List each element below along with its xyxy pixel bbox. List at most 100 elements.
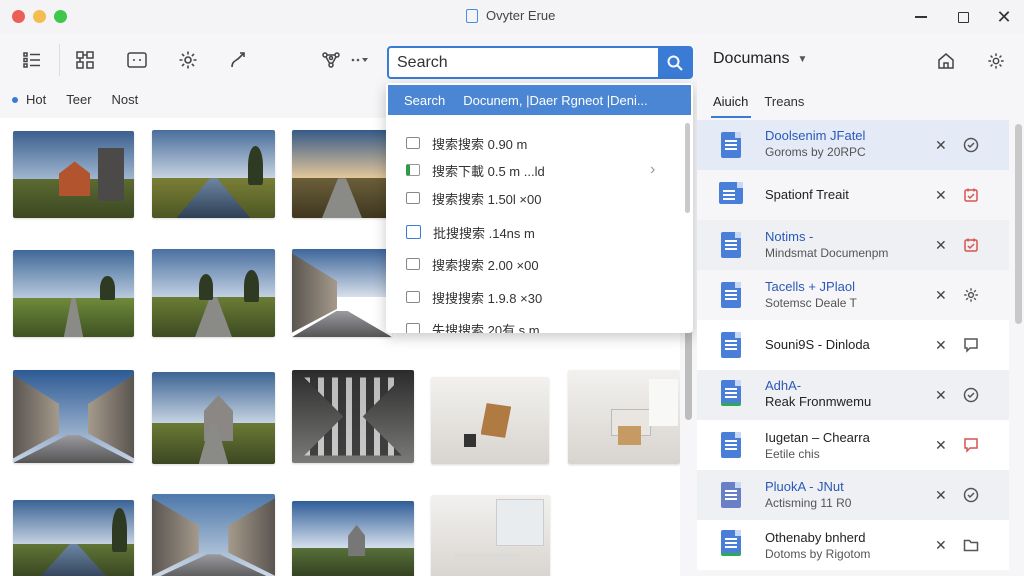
document-text: Spationf Treait — [765, 187, 849, 203]
remove-icon[interactable]: ✕ — [935, 187, 947, 204]
document-row[interactable]: Notims - Mindsmat Documenpm ✕ — [697, 220, 1009, 270]
document-text: Iugetan – Chearra Eetile chis — [765, 430, 870, 462]
panel-title: Documans — [713, 50, 790, 67]
document-text: PluokA - JNut Actisming 11 R0 — [765, 479, 851, 511]
network-button[interactable] — [319, 48, 343, 72]
toolbar-divider — [59, 44, 60, 76]
dropdown-scrollbar[interactable] — [685, 123, 690, 213]
search-button[interactable] — [658, 48, 691, 77]
remove-icon[interactable]: ✕ — [935, 137, 947, 154]
document-row[interactable]: Othenaby bnherd Dotoms by Rigotom ✕ — [697, 520, 1009, 570]
remove-icon[interactable]: ✕ — [935, 437, 947, 454]
panel-settings-button[interactable] — [985, 50, 1007, 72]
remove-icon[interactable]: ✕ — [935, 287, 947, 304]
grid-select-button[interactable] — [73, 48, 97, 72]
search-box — [387, 46, 693, 79]
image-thumbnail[interactable] — [13, 500, 134, 576]
image-thumbnail[interactable] — [13, 250, 134, 337]
image-thumbnail[interactable] — [568, 370, 680, 464]
filter-hot[interactable]: Hot — [26, 92, 46, 107]
panel-title-dropdown[interactable]: Documans ▼ — [713, 50, 807, 68]
suggestion-item[interactable]: 失搜搜索 20有 s m — [406, 318, 540, 333]
document-name: Souni9S - Dinloda — [765, 337, 870, 352]
suggestion-item[interactable]: 搜索搜索 1.50l ×00 — [406, 187, 541, 209]
document-row[interactable]: Spationf Treait ✕ — [697, 170, 1009, 220]
more-dropdown-button[interactable] — [350, 48, 370, 72]
zoom-window-button[interactable] — [54, 10, 67, 23]
image-thumbnail[interactable] — [292, 249, 392, 337]
calendar-icon[interactable] — [962, 236, 980, 254]
remove-icon[interactable]: ✕ — [935, 387, 947, 404]
image-thumbnail[interactable] — [152, 494, 275, 576]
remove-icon[interactable]: ✕ — [935, 487, 947, 504]
tab-treans[interactable]: Treans — [764, 94, 804, 109]
document-name: PluokA - JNut — [765, 479, 844, 494]
file-icon — [406, 192, 420, 204]
image-thumbnail[interactable] — [292, 501, 414, 576]
image-thumbnail[interactable] — [431, 495, 550, 576]
tab-aiuich[interactable]: Aiuich — [713, 94, 748, 109]
filter-nost[interactable]: Nost — [112, 92, 139, 107]
maximize-icon — [957, 11, 969, 23]
document-icon — [721, 282, 741, 308]
suggestion-item[interactable]: 搜搜搜索 1.9.8 ×30 — [406, 286, 542, 308]
file-icon — [406, 291, 420, 303]
document-row[interactable]: Tacells + JPlaol Sotemsc Deale T ✕ — [697, 270, 1009, 320]
suggestion-text: 失搜搜索 20有 s m — [432, 322, 540, 334]
suggestion-text: 搜索搜索 1.50l ×00 — [432, 191, 542, 207]
image-thumbnail[interactable] — [152, 249, 275, 337]
clock-check-icon[interactable] — [962, 386, 980, 404]
file-icon — [406, 323, 420, 333]
suggestion-item[interactable]: 搜索搜索 0.90 m — [406, 132, 527, 154]
maximize-button[interactable] — [952, 6, 974, 28]
document-subtitle: Dotoms by Rigotom — [765, 547, 871, 561]
route-button[interactable] — [227, 48, 251, 72]
active-tab-indicator — [711, 116, 751, 118]
minimize-window-button[interactable] — [33, 10, 46, 23]
suggestion-item[interactable]: 搜索下載 0.5 m ...ld — [406, 159, 545, 181]
chat-icon[interactable] — [962, 336, 980, 354]
panel-tabs: Aiuich Treans — [713, 94, 804, 109]
frame-button[interactable] — [125, 48, 149, 72]
document-text: Othenaby bnherd Dotoms by Rigotom — [765, 530, 870, 562]
clock-check-icon[interactable] — [962, 136, 980, 154]
home-button[interactable] — [935, 50, 957, 72]
document-row[interactable]: Doolsenim JFatel Goroms by 20RPC ✕ — [697, 120, 1009, 170]
image-thumbnail[interactable] — [13, 370, 134, 463]
settings-button[interactable] — [176, 48, 200, 72]
document-icon — [721, 332, 741, 358]
image-thumbnail[interactable] — [431, 377, 549, 464]
image-thumbnail[interactable] — [13, 131, 134, 218]
minimize-button[interactable] — [910, 6, 932, 28]
suggestion-header[interactable]: Search Docunem, |Daer Rgneot |Deni... — [388, 85, 691, 115]
image-thumbnail[interactable] — [152, 130, 275, 218]
document-text: AdhA- Reak Fronmwemu — [765, 378, 871, 410]
document-name: Notims - — [765, 229, 814, 244]
document-row[interactable]: PluokA - JNut Actisming 11 R0 ✕ — [697, 470, 1009, 520]
chat-icon[interactable] — [962, 436, 980, 454]
gear-icon[interactable] — [962, 286, 980, 304]
document-name: Spationf Treait — [765, 187, 849, 202]
document-row[interactable]: AdhA- Reak Fronmwemu ✕ — [697, 370, 1009, 420]
suggestion-item[interactable]: 搜索搜索 2.00 ×00 — [406, 253, 539, 275]
document-row[interactable]: Souni9S - Dinloda ✕ — [697, 320, 1009, 370]
image-thumbnail[interactable] — [292, 370, 414, 463]
clock-check-icon[interactable] — [962, 486, 980, 504]
close-button[interactable]: ✕ — [993, 6, 1015, 28]
remove-icon[interactable]: ✕ — [935, 337, 947, 354]
panel-scrollbar[interactable] — [1015, 124, 1022, 324]
folder-icon[interactable] — [962, 536, 980, 554]
chevron-right-icon[interactable]: › — [650, 161, 655, 179]
image-thumbnail[interactable] — [292, 130, 392, 218]
search-input[interactable] — [397, 53, 657, 73]
suggestion-item[interactable]: 批搜搜索 .14ns m — [406, 221, 535, 243]
remove-icon[interactable]: ✕ — [935, 537, 947, 554]
document-row[interactable]: Iugetan – Chearra Eetile chis ✕ — [697, 420, 1009, 470]
calendar-icon[interactable] — [962, 186, 980, 204]
filter-teer[interactable]: Teer — [66, 92, 91, 107]
image-thumbnail[interactable] — [152, 372, 275, 464]
remove-icon[interactable]: ✕ — [935, 237, 947, 254]
list-view-button[interactable] — [20, 48, 44, 72]
close-window-button[interactable] — [12, 10, 25, 23]
frame-icon — [127, 52, 147, 68]
